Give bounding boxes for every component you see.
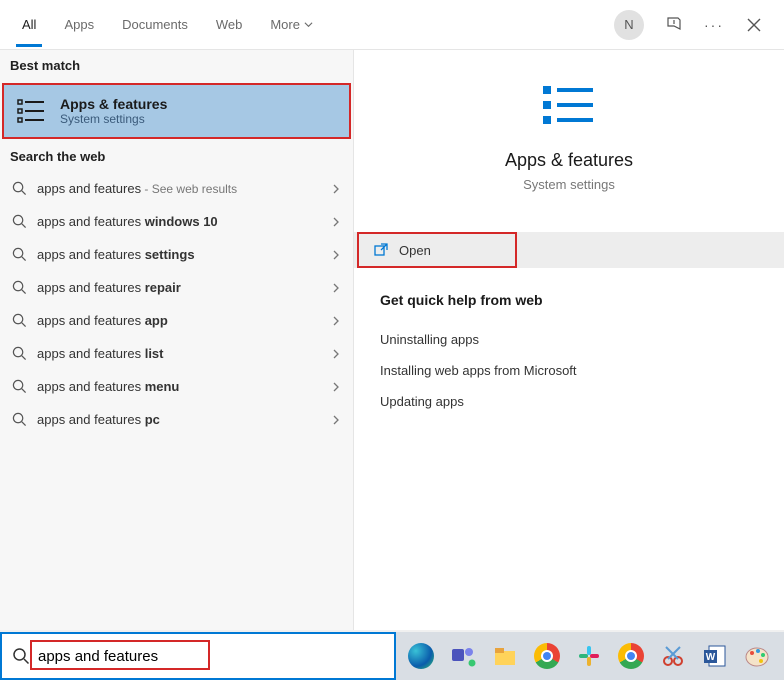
search-icon	[12, 280, 27, 295]
actions-strip: Open	[354, 232, 784, 268]
open-label: Open	[399, 243, 431, 258]
web-result-text: apps and features windows 10	[37, 214, 323, 229]
taskbar-explorer-icon[interactable]	[488, 639, 522, 673]
web-result-text: apps and features pc	[37, 412, 323, 427]
preview-panel: Apps & features System settings Open Get…	[354, 50, 784, 630]
web-result-item[interactable]: apps and features list	[0, 337, 353, 370]
web-result-text: apps and features list	[37, 346, 323, 361]
help-link-uninstall[interactable]: Uninstalling apps	[380, 324, 758, 355]
search-box[interactable]	[0, 632, 396, 680]
web-result-item[interactable]: apps and features - See web results	[0, 172, 353, 205]
search-input[interactable]	[38, 634, 384, 678]
search-icon	[12, 412, 27, 427]
top-tab-bar: All Apps Documents Web More N ···	[0, 0, 784, 50]
web-result-item[interactable]: apps and features repair	[0, 271, 353, 304]
preview-subtitle: System settings	[523, 177, 615, 192]
open-external-icon	[373, 242, 389, 258]
chevron-right-icon	[331, 184, 341, 194]
web-result-item[interactable]: apps and features pc	[0, 403, 353, 436]
web-result-text: apps and features repair	[37, 280, 323, 295]
search-icon	[12, 181, 27, 196]
chevron-right-icon	[331, 382, 341, 392]
web-result-text: apps and features menu	[37, 379, 323, 394]
best-match-result[interactable]: Apps & features System settings	[2, 83, 351, 139]
tab-web[interactable]: Web	[204, 3, 255, 46]
top-right-controls: N ···	[614, 10, 774, 40]
tab-apps[interactable]: Apps	[52, 3, 106, 46]
search-icon	[12, 313, 27, 328]
search-icon	[12, 346, 27, 361]
web-result-item[interactable]: apps and features settings	[0, 238, 353, 271]
taskbar-teams-icon[interactable]	[446, 639, 480, 673]
chevron-right-icon	[331, 250, 341, 260]
user-avatar[interactable]: N	[614, 10, 644, 40]
chevron-right-icon	[331, 283, 341, 293]
help-link-update[interactable]: Updating apps	[380, 386, 758, 417]
taskbar-snip-icon[interactable]	[656, 639, 690, 673]
web-result-item[interactable]: apps and features windows 10	[0, 205, 353, 238]
taskbar-paint-icon[interactable]	[740, 639, 774, 673]
taskbar-chrome2-icon[interactable]	[614, 639, 648, 673]
help-title: Get quick help from web	[380, 292, 758, 308]
tab-all[interactable]: All	[10, 3, 48, 46]
chevron-right-icon	[331, 349, 341, 359]
web-result-text: apps and features - See web results	[37, 181, 323, 196]
results-panel: Best match Apps & features System settin…	[0, 50, 354, 630]
best-match-subtitle: System settings	[60, 112, 167, 126]
list-settings-icon	[16, 95, 48, 127]
close-icon[interactable]	[744, 15, 764, 35]
chevron-right-icon	[331, 316, 341, 326]
web-result-item[interactable]: apps and features menu	[0, 370, 353, 403]
taskbar-chrome-icon[interactable]	[530, 639, 564, 673]
scope-tabs: All Apps Documents Web More	[10, 3, 614, 46]
web-result-text: apps and features app	[37, 313, 323, 328]
svg-text:W: W	[706, 652, 716, 663]
help-section: Get quick help from web Uninstalling app…	[354, 268, 784, 441]
help-link-install[interactable]: Installing web apps from Microsoft	[380, 355, 758, 386]
web-search-header: Search the web	[0, 141, 353, 172]
chevron-right-icon	[331, 217, 341, 227]
list-settings-icon	[539, 80, 599, 130]
search-icon	[12, 214, 27, 229]
more-options-icon[interactable]: ···	[704, 17, 724, 33]
taskbar-slack-icon[interactable]	[572, 639, 606, 673]
preview-title: Apps & features	[505, 150, 633, 171]
best-match-header: Best match	[0, 50, 353, 81]
taskbar-word-icon[interactable]: W	[698, 639, 732, 673]
main-content: Best match Apps & features System settin…	[0, 50, 784, 630]
best-match-title: Apps & features	[60, 96, 167, 112]
preview-header: Apps & features System settings	[354, 50, 784, 212]
taskbar-edge-icon[interactable]	[404, 639, 438, 673]
tab-more-label: More	[270, 17, 300, 32]
search-icon	[12, 647, 30, 665]
taskbar: W	[396, 632, 784, 680]
web-result-text: apps and features settings	[37, 247, 323, 262]
web-results-list: apps and features - See web results apps…	[0, 172, 353, 436]
open-button[interactable]: Open	[357, 232, 517, 268]
chevron-right-icon	[331, 415, 341, 425]
web-result-item[interactable]: apps and features app	[0, 304, 353, 337]
feedback-icon[interactable]	[664, 15, 684, 35]
chevron-down-icon	[304, 20, 313, 29]
tab-more[interactable]: More	[258, 3, 325, 46]
tab-documents[interactable]: Documents	[110, 3, 200, 46]
search-icon	[12, 379, 27, 394]
best-match-text: Apps & features System settings	[60, 96, 167, 126]
search-icon	[12, 247, 27, 262]
